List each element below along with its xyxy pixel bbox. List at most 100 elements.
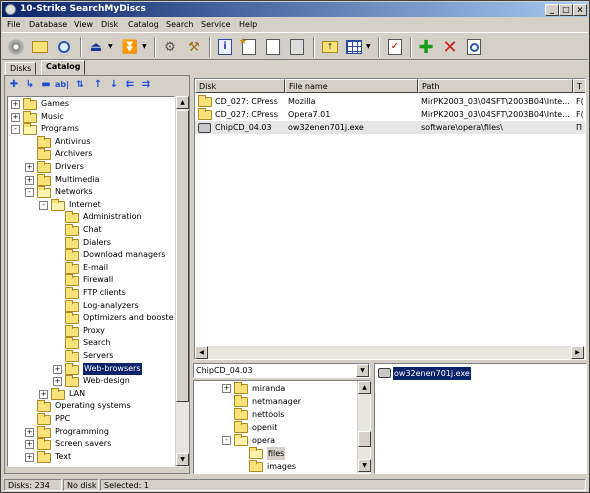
scroll-down-button[interactable]: ▼ bbox=[358, 459, 371, 472]
expand-icon[interactable]: + bbox=[11, 100, 20, 109]
tree-scrollbar[interactable]: ▲ ▼ bbox=[175, 96, 189, 467]
info-icon[interactable]: i bbox=[215, 37, 235, 57]
expand-icon[interactable]: + bbox=[53, 364, 62, 374]
tree-item[interactable]: + miranda bbox=[194, 382, 356, 395]
expand-icon[interactable]: + bbox=[53, 377, 62, 387]
menu-catalog[interactable]: Catalog bbox=[128, 18, 159, 31]
results-grid[interactable]: Disk File name Path T CD_027: CPress Mozi… bbox=[194, 78, 586, 360]
copy-page-icon[interactable] bbox=[263, 37, 283, 57]
menu-help[interactable]: Help bbox=[239, 18, 257, 31]
expand-icon[interactable]: + bbox=[25, 440, 34, 450]
sort-icon[interactable]: ⇅ bbox=[73, 78, 87, 92]
tree-item[interactable]: Proxy bbox=[8, 324, 174, 338]
scroll-thumb[interactable] bbox=[176, 110, 189, 402]
tree-item[interactable]: Servers bbox=[8, 350, 174, 363]
scroll-thumb[interactable] bbox=[358, 431, 371, 447]
column-header-type[interactable]: T bbox=[573, 79, 585, 93]
table-row[interactable]: CD_027: CPress Mozilla MirPK2003_03\04SFT\… bbox=[195, 95, 585, 108]
move-left-icon[interactable]: ⇇ bbox=[123, 78, 137, 92]
expand-icon[interactable]: + bbox=[25, 175, 34, 185]
tree-item[interactable]: + Music bbox=[8, 110, 174, 124]
disk-select[interactable]: ChipCD_04.03 ▼ bbox=[193, 363, 370, 378]
remove-category-icon[interactable]: ▬ bbox=[39, 78, 53, 92]
report-icon[interactable] bbox=[464, 37, 484, 57]
delete-icon[interactable]: ✕ bbox=[440, 37, 460, 58]
tree-item[interactable]: + Text bbox=[8, 450, 174, 464]
tree-item[interactable]: - Internet bbox=[8, 198, 174, 212]
scroll-right-button[interactable]: ▶ bbox=[571, 346, 584, 359]
file-list[interactable]: ow32enen701j.exe bbox=[374, 363, 587, 474]
scroll-down-button[interactable]: ▼ bbox=[176, 453, 189, 466]
chevron-down-icon[interactable]: ▼ bbox=[366, 43, 371, 50]
scan-icon[interactable]: ⚙ bbox=[160, 37, 180, 57]
add-page-icon[interactable]: ★ bbox=[239, 37, 259, 57]
add-category-icon[interactable]: ✚ bbox=[7, 78, 21, 92]
tree-item[interactable]: Operating systems bbox=[8, 400, 174, 413]
column-header-disk[interactable]: Disk bbox=[195, 79, 285, 93]
folder-open-icon[interactable] bbox=[30, 37, 50, 57]
close-button[interactable]: × bbox=[573, 4, 587, 16]
maximize-button[interactable]: □ bbox=[559, 4, 573, 16]
tree-item[interactable]: + Screen savers bbox=[8, 438, 174, 451]
category-tree[interactable]: + Games + Music - Programs Antivirus Archivers +… bbox=[7, 96, 175, 467]
tree-item[interactable]: + Web-browsers bbox=[8, 362, 174, 376]
tree-item[interactable]: Archivers bbox=[8, 148, 174, 161]
menu-disk[interactable]: Disk bbox=[101, 18, 118, 31]
tree-item[interactable]: + Multimedia bbox=[8, 173, 174, 187]
tree-item[interactable]: nettools bbox=[194, 408, 356, 421]
menu-service[interactable]: Service bbox=[201, 18, 231, 31]
eject-icon[interactable]: ⏏ bbox=[86, 37, 106, 57]
chevron-down-icon[interactable]: ▼ bbox=[108, 43, 113, 50]
tree-item[interactable]: images bbox=[194, 460, 356, 473]
add-subcategory-icon[interactable]: ↳ bbox=[23, 78, 37, 92]
view-grid-icon[interactable] bbox=[344, 37, 364, 57]
add-icon[interactable]: ✚ bbox=[416, 37, 436, 58]
tree-item[interactable]: + Games bbox=[8, 98, 174, 111]
collapse-icon[interactable]: - bbox=[25, 188, 34, 198]
grid-hscrollbar[interactable]: ◀ ▶ bbox=[195, 346, 585, 359]
tree-item[interactable]: + Programming bbox=[8, 425, 174, 439]
menu-search[interactable]: Search bbox=[166, 18, 193, 31]
expand-icon[interactable]: + bbox=[25, 163, 34, 172]
move-up-icon[interactable]: ↑ bbox=[91, 78, 105, 92]
tree-item[interactable]: PPC bbox=[8, 413, 174, 426]
tree-item[interactable]: netmanager bbox=[194, 395, 356, 408]
column-header-path[interactable]: Path bbox=[418, 79, 573, 93]
scroll-up-button[interactable]: ▲ bbox=[176, 96, 189, 109]
disk-tree-scrollbar[interactable]: ▲ ▼ bbox=[357, 381, 371, 473]
tree-item[interactable]: Log-analyzers bbox=[8, 299, 174, 313]
tree-item[interactable]: Antivirus bbox=[8, 135, 174, 149]
tab-disks[interactable]: Disks bbox=[5, 62, 37, 75]
tree-item[interactable]: + LAN bbox=[8, 387, 174, 401]
tree-item[interactable]: - Programs bbox=[8, 123, 174, 136]
tree-item[interactable]: Search bbox=[8, 337, 174, 350]
tree-item[interactable]: openit bbox=[194, 421, 356, 434]
scroll-left-button[interactable]: ◀ bbox=[195, 346, 208, 359]
disk-folder-tree[interactable]: + miranda netmanager nettools openit - opera fi… bbox=[193, 380, 371, 474]
tree-item[interactable]: - opera bbox=[194, 434, 356, 447]
collapse-icon[interactable]: - bbox=[39, 200, 48, 210]
scroll-up-button[interactable]: ▲ bbox=[358, 381, 371, 394]
tree-item[interactable]: E-mail bbox=[8, 261, 174, 275]
load-icon[interactable]: ⏬ bbox=[120, 37, 140, 57]
table-row[interactable]: CD_027: CPress Opera7.01 MirPK2003_03\04SF… bbox=[195, 108, 585, 121]
expand-icon[interactable]: + bbox=[25, 427, 34, 437]
chevron-down-icon[interactable]: ▼ bbox=[142, 43, 147, 50]
menu-database[interactable]: Database bbox=[29, 18, 67, 31]
tree-item[interactable]: Download managers bbox=[8, 249, 174, 262]
collapse-icon[interactable]: - bbox=[11, 125, 20, 135]
tree-item[interactable]: files bbox=[194, 447, 356, 460]
disc-icon[interactable] bbox=[6, 37, 26, 57]
collapse-icon[interactable]: - bbox=[222, 436, 231, 445]
minimize-button[interactable]: _ bbox=[545, 4, 559, 16]
tree-item[interactable]: Dialers bbox=[8, 236, 174, 250]
move-down-icon[interactable]: ↓ bbox=[107, 78, 121, 92]
chevron-down-icon[interactable]: ▼ bbox=[356, 364, 369, 377]
expand-icon[interactable]: + bbox=[39, 389, 48, 399]
tree-item[interactable]: - Networks bbox=[8, 186, 174, 199]
tree-item[interactable]: FTP clients bbox=[8, 287, 174, 300]
tree-item[interactable]: Administration bbox=[8, 211, 174, 224]
menu-file[interactable]: File bbox=[7, 18, 20, 31]
search-icon[interactable] bbox=[54, 37, 74, 57]
table-row[interactable]: ChipCD_04.03 ow32enen701j.exe software\ope… bbox=[195, 121, 585, 134]
